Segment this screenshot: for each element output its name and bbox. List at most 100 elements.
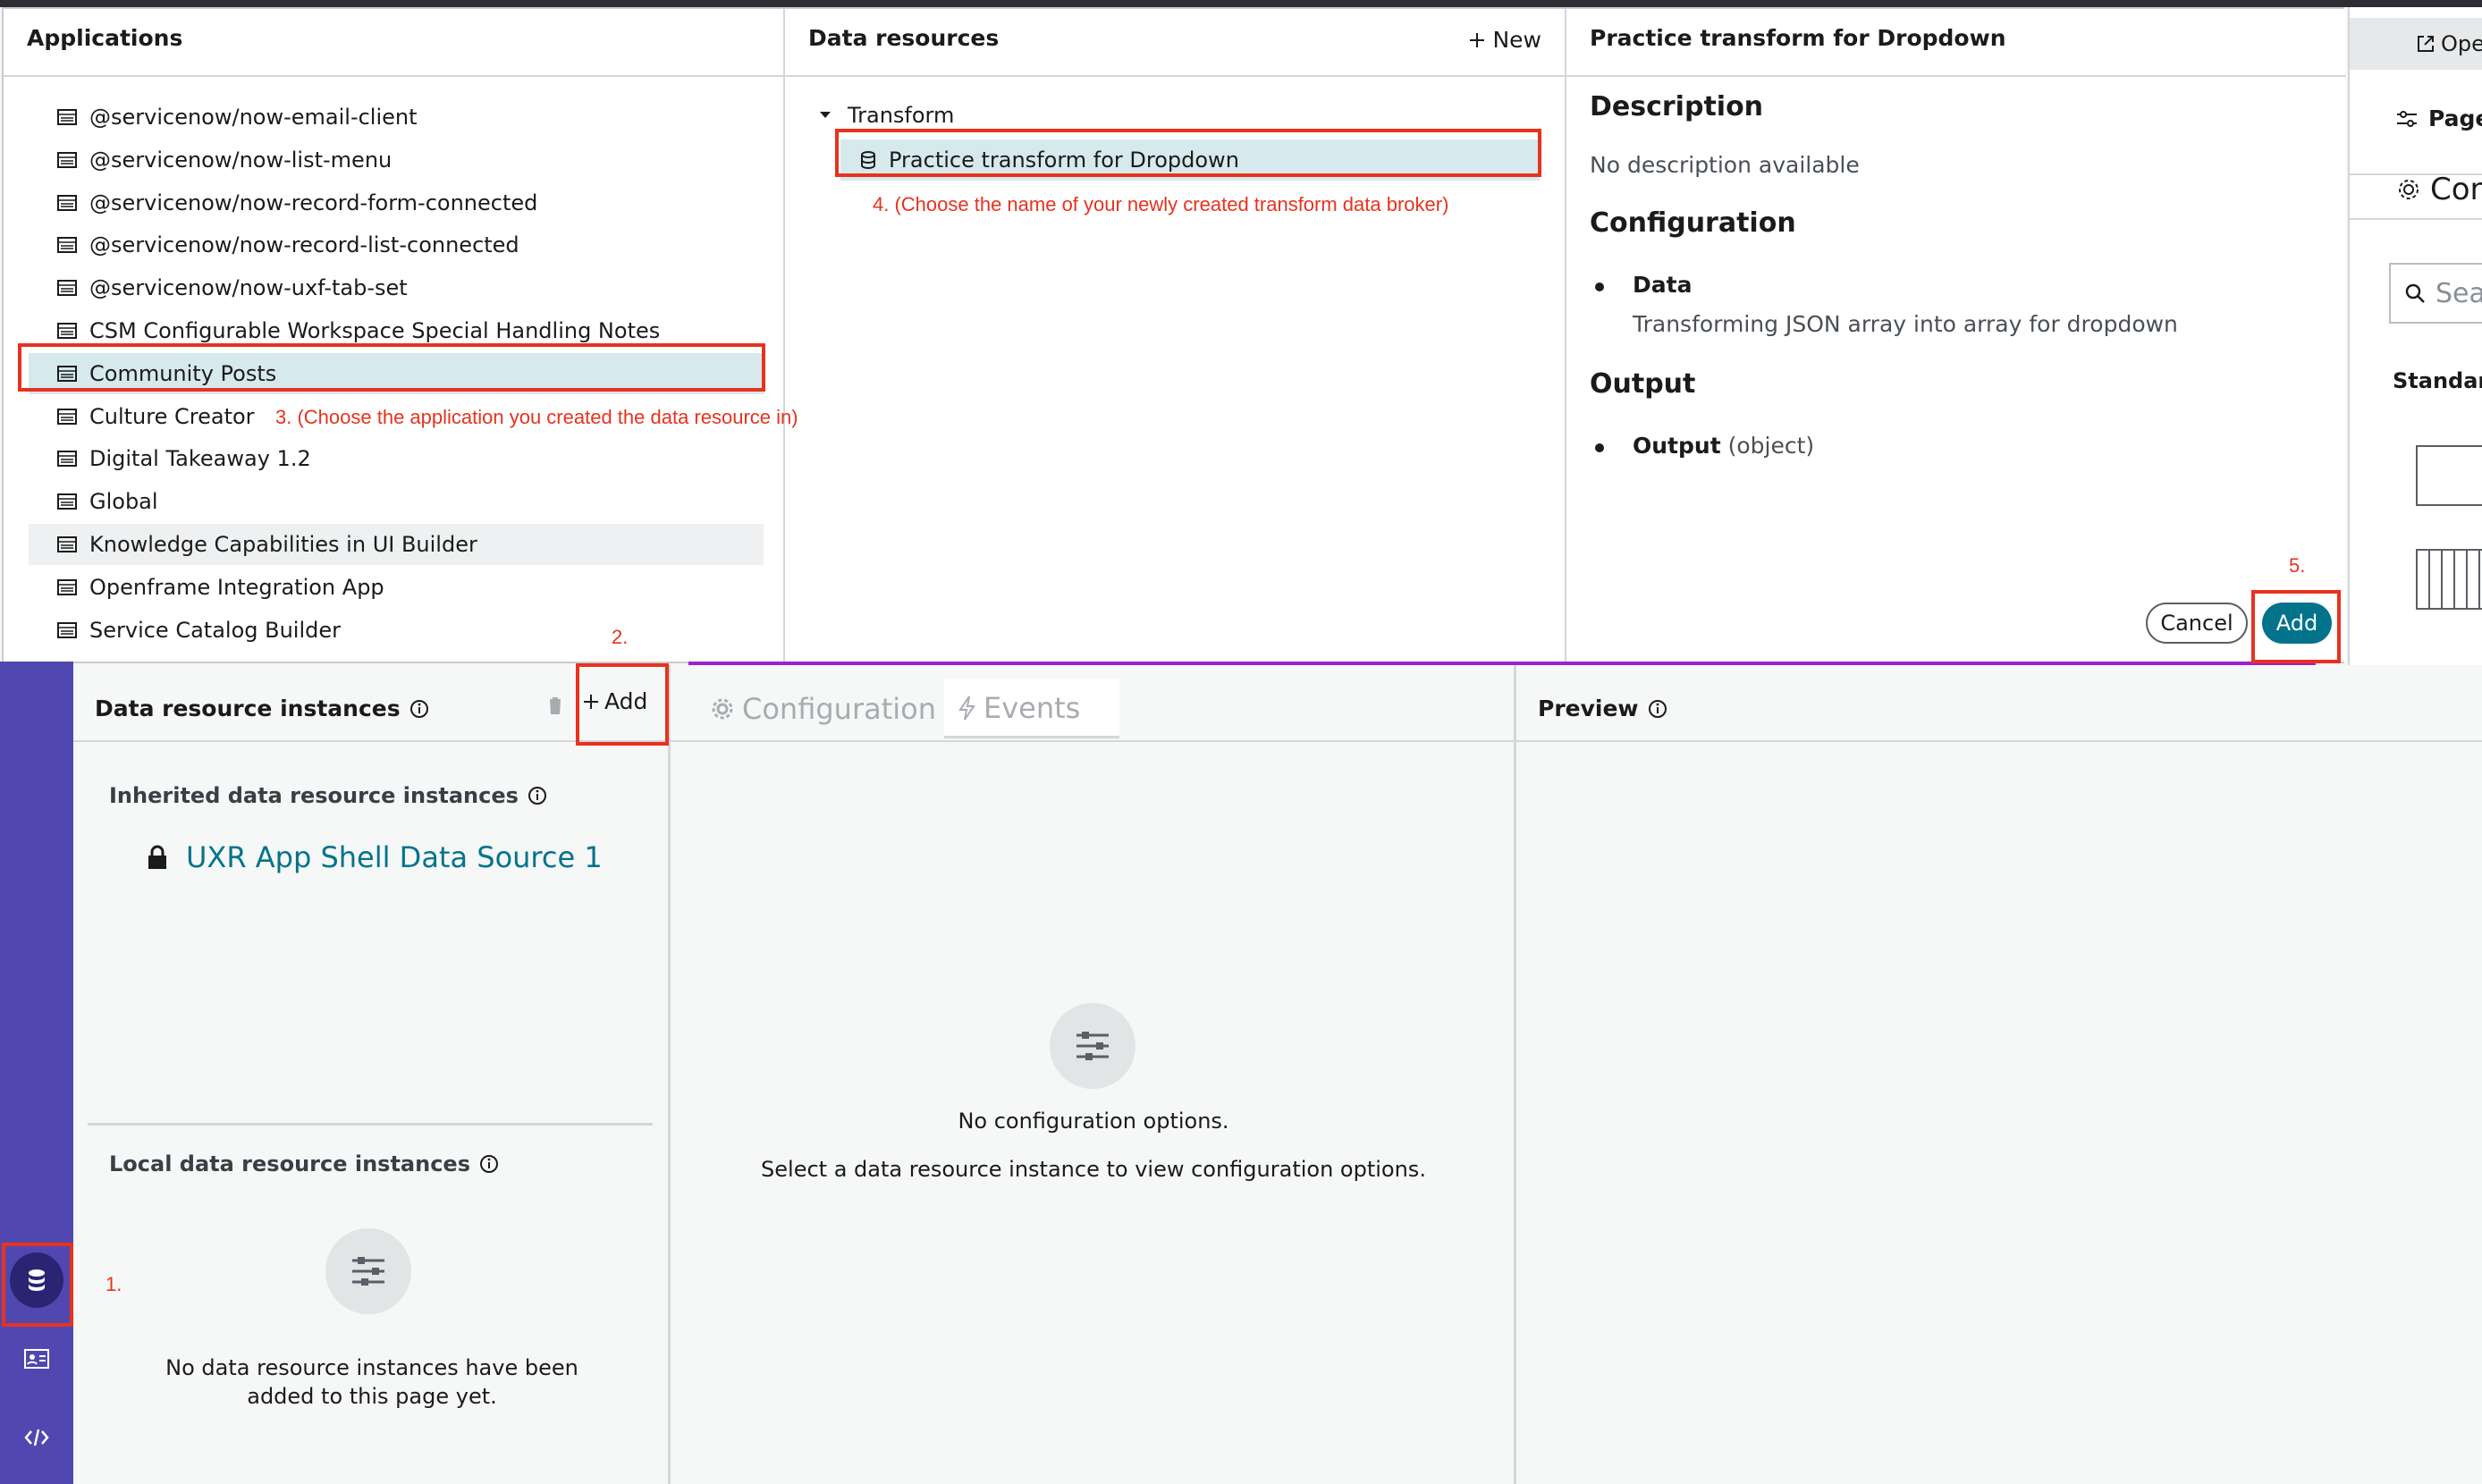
- inherited-instance-label: UXR App Shell Data Source 1: [186, 840, 603, 874]
- application-item-label: @servicenow/now-list-menu: [89, 147, 393, 173]
- gear-icon: [2396, 177, 2421, 202]
- component-thumbnail[interactable]: [2416, 549, 2482, 610]
- code-icon: [24, 1429, 49, 1446]
- description-heading: Description: [1590, 91, 1764, 122]
- info-icon[interactable]: [1648, 699, 1667, 719]
- empty-state-line1: No data resource instances have been: [165, 1355, 578, 1380]
- data-resource-instances-title: Data resource instances: [95, 696, 429, 721]
- app-window-icon: [57, 323, 80, 339]
- transform-group-label: Transform: [848, 103, 955, 128]
- open-label: Ope: [2441, 31, 2482, 56]
- application-item-label: Service Catalog Builder: [89, 617, 342, 643]
- application-item[interactable]: Digital Takeaway 1.2: [29, 438, 764, 479]
- application-item-label: Knowledge Capabilities in UI Builder: [89, 532, 477, 557]
- inherited-title-text: Inherited data resource instances: [109, 783, 519, 808]
- page-settings-panel: Ope Page Con Sea Standar: [2348, 7, 2482, 665]
- page-tab[interactable]: Page: [2396, 105, 2482, 131]
- sliders-icon: [2396, 110, 2418, 128]
- highlight-data-rail-button: [2, 1243, 73, 1327]
- app-window-icon: [57, 621, 80, 638]
- data-resource-picker-dialog: Applications @servicenow/now-email-clien…: [2, 7, 2346, 663]
- app-window-icon: [57, 237, 80, 254]
- empty-state-icon: [1050, 1003, 1135, 1089]
- app-window-icon: [57, 536, 80, 552]
- id-card-icon: [24, 1349, 49, 1369]
- application-item[interactable]: Global: [29, 481, 764, 522]
- info-icon[interactable]: [479, 1154, 499, 1174]
- open-button[interactable]: Ope: [2350, 18, 2482, 70]
- application-item-label: Culture Creator: [89, 403, 255, 429]
- detail-column: Practice transform for Dropdown Descript…: [1566, 9, 2346, 662]
- top-bar: [0, 0, 2482, 7]
- gear-icon: [710, 696, 735, 721]
- inherited-instance-item[interactable]: UXR App Shell Data Source 1: [147, 840, 603, 874]
- output-name: Output: [1633, 433, 1721, 459]
- configuration-panel: Configuration Events No configuration op…: [671, 665, 1516, 1484]
- page-tab-label: Page: [2428, 105, 2482, 131]
- code-rail-button[interactable]: [10, 1411, 63, 1464]
- form-rail-button[interactable]: [10, 1332, 63, 1386]
- divider: [88, 1123, 653, 1126]
- application-item[interactable]: @servicenow/now-uxf-tab-set: [29, 267, 764, 308]
- app-window-icon: [57, 280, 80, 297]
- no-config-desc: Select a data resource instance to view …: [761, 1157, 1426, 1182]
- preview-title: Preview: [1538, 696, 1667, 721]
- bullet: [1595, 443, 1604, 452]
- info-icon[interactable]: [528, 786, 547, 805]
- application-item[interactable]: @servicenow/now-record-form-connected: [29, 182, 764, 223]
- config-item-desc: Transforming JSON array into array for d…: [1633, 311, 2178, 337]
- application-item[interactable]: Openframe Integration App: [29, 567, 764, 608]
- applications-header: Applications: [4, 9, 783, 77]
- data-resources-header: Data resources New: [785, 9, 1565, 77]
- cancel-button[interactable]: Cancel: [2146, 603, 2248, 644]
- data-resources-title: Data resources: [808, 25, 1000, 51]
- application-item-label: @servicenow/now-record-form-connected: [89, 190, 538, 215]
- component-thumbnail[interactable]: [2416, 445, 2482, 506]
- component-search-input[interactable]: Sea: [2389, 263, 2482, 324]
- detail-title: Practice transform for Dropdown: [1590, 25, 2006, 51]
- application-item-label: @servicenow/now-email-client: [89, 105, 418, 130]
- annotation-step3: 3. (Choose the application you created t…: [275, 406, 798, 428]
- plus-icon: [1469, 32, 1485, 48]
- tab-configuration[interactable]: Configuration: [696, 679, 950, 738]
- app-window-icon: [57, 194, 80, 211]
- local-title-text: Local data resource instances: [109, 1151, 470, 1176]
- tab-configuration-label: Configuration: [742, 692, 937, 726]
- application-item-label: Global: [89, 489, 158, 515]
- highlight-add-button: [2251, 590, 2341, 663]
- annotation-step5: 5.: [2289, 554, 2306, 577]
- application-item[interactable]: @servicenow/now-email-client: [29, 97, 764, 138]
- application-item[interactable]: @servicenow/now-list-menu: [29, 139, 764, 181]
- lock-icon: [147, 845, 168, 870]
- search-placeholder: Sea: [2436, 277, 2482, 309]
- empty-state-icon: [325, 1228, 411, 1314]
- app-window-icon: [57, 408, 80, 425]
- app-window-icon: [57, 451, 80, 468]
- configuration-heading: Configuration: [1590, 207, 1796, 239]
- info-icon[interactable]: [409, 699, 429, 719]
- application-item[interactable]: @servicenow/now-record-list-connected: [29, 224, 764, 266]
- preview-panel: Preview: [1516, 665, 2482, 1484]
- output-type: (object): [1727, 433, 1815, 459]
- annotation-step1: 1.: [106, 1273, 122, 1295]
- application-item[interactable]: Knowledge Capabilities in UI Builder: [29, 524, 764, 565]
- config-tab[interactable]: Con: [2396, 172, 2482, 207]
- application-item-label: @servicenow/now-record-list-connected: [89, 232, 519, 258]
- empty-state-line2: added to this page yet.: [247, 1384, 497, 1409]
- application-item-label: @servicenow/now-uxf-tab-set: [89, 275, 408, 301]
- description-text: No description available: [1590, 152, 1860, 178]
- preview-header: Preview: [1516, 665, 2482, 742]
- trash-icon[interactable]: [547, 696, 563, 715]
- search-icon: [2405, 283, 2425, 303]
- config-item-name: Data: [1633, 272, 1693, 298]
- tab-events-label: Events: [984, 690, 1081, 725]
- data-resource-instances-panel: Data resource instances Add Inherited da…: [73, 665, 671, 1484]
- app-window-icon: [57, 151, 80, 168]
- no-config-title: No configuration options.: [958, 1109, 1229, 1134]
- new-data-resource-button[interactable]: New: [1469, 27, 1541, 53]
- application-item[interactable]: Service Catalog Builder: [29, 610, 764, 651]
- tab-events[interactable]: Events: [944, 679, 1119, 738]
- new-label: New: [1492, 27, 1541, 53]
- configuration-tabs: Configuration Events: [671, 665, 1514, 742]
- applications-column: Applications @servicenow/now-email-clien…: [4, 9, 785, 662]
